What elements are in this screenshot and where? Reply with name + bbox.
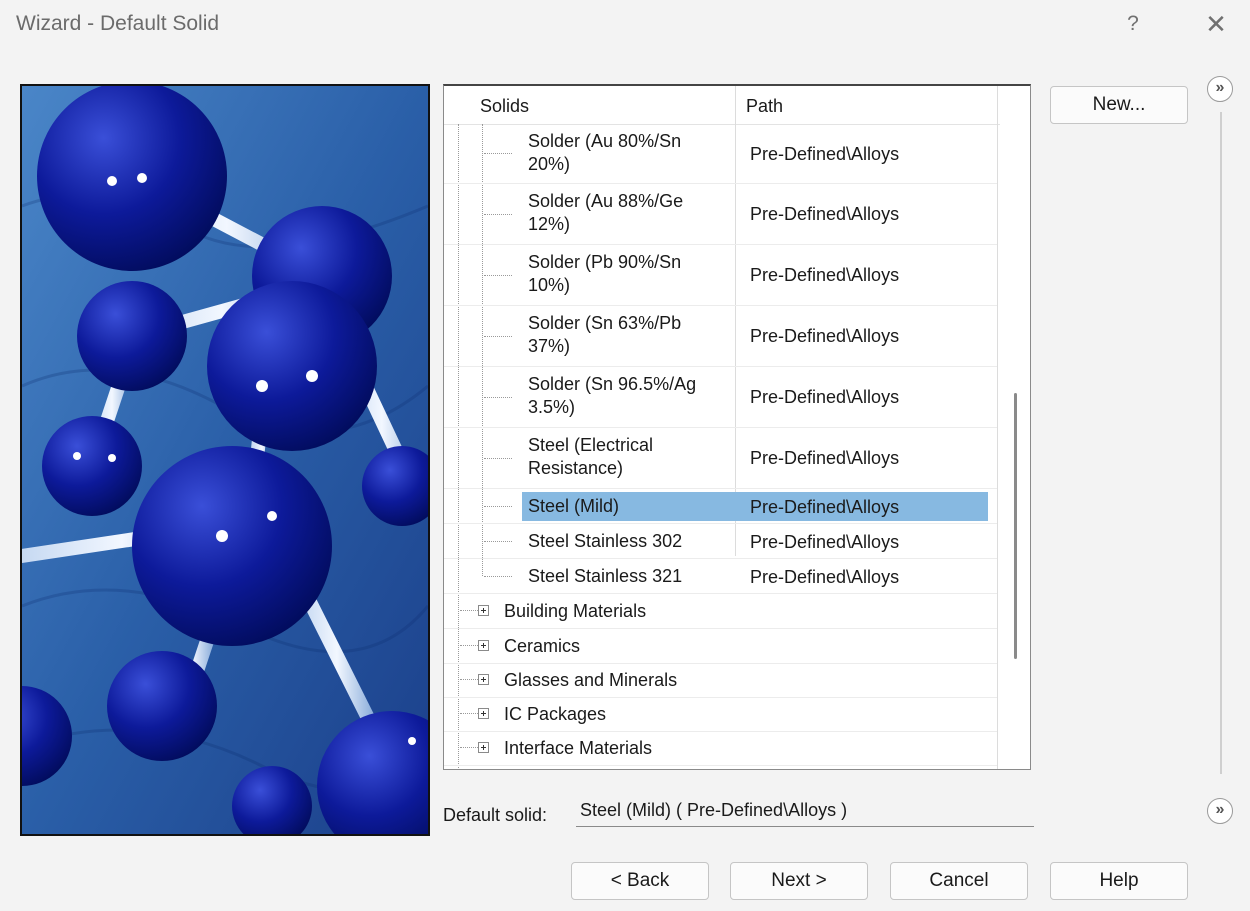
solid-name-line: Solder (Au 88%/Ge [528, 191, 684, 211]
solid-name-line: 10%) [528, 275, 571, 295]
solid-name-line: 37%) [528, 336, 571, 356]
solid-name-line: Steel (Electrical [528, 435, 654, 455]
solid-path: Pre-Defined\Alloys [750, 387, 900, 407]
wizard-image [20, 84, 430, 836]
solid-name-line: Solder (Sn 63%/Pb [528, 313, 682, 333]
list-item[interactable]: Steel (Electrical Resistance) Pre-Define… [444, 428, 997, 489]
tree-category[interactable]: Glasses and Minerals [444, 663, 997, 698]
tree-branch [460, 747, 478, 748]
tree-branch [460, 679, 478, 680]
solid-name-line: Solder (Au 80%/Sn [528, 131, 682, 151]
side-panel-track [1220, 112, 1222, 774]
tree-category[interactable]: Ceramics [444, 629, 997, 664]
tree-branch [484, 458, 512, 459]
default-solid-underline [576, 826, 1034, 827]
tree-branch [484, 336, 512, 337]
tree-branch [460, 645, 478, 646]
expand-chevron-icon[interactable]: » [1207, 798, 1233, 824]
default-solid-label: Default solid: [443, 805, 548, 825]
tree-branch [484, 576, 512, 577]
solid-name: Steel (Mild) [528, 496, 620, 516]
expand-plus-icon[interactable] [478, 708, 489, 719]
solid-name-line: Solder (Sn 96.5%/Ag [528, 374, 697, 394]
tree-branch [484, 541, 512, 542]
tree-branch [460, 713, 478, 714]
solid-name: Solder (Au 88%/Ge 12%) [528, 190, 683, 236]
solid-path: Pre-Defined\Alloys [750, 326, 900, 346]
category-label: Ceramics [504, 636, 581, 656]
solid-name: Steel Stainless 321 [528, 566, 683, 586]
list-item[interactable]: Solder (Au 88%/Ge 12%) Pre-Defined\Alloy… [444, 184, 997, 245]
back-button[interactable]: < Back [571, 862, 709, 900]
solids-grid[interactable]: Solids Path Solder (Au 80%/Sn 20%) Pre-D… [443, 84, 1031, 770]
solid-path: Pre-Defined\Alloys [750, 497, 900, 517]
category-label: Interface Materials [504, 738, 653, 758]
solid-name-line: 3.5%) [528, 397, 576, 417]
tree-branch [484, 397, 512, 398]
category-label: Glasses and Minerals [504, 670, 678, 690]
list-item[interactable]: Steel Stainless 302 Pre-Defined\Alloys [444, 524, 997, 559]
solid-path: Pre-Defined\Alloys [750, 265, 900, 285]
tree-category[interactable]: IC Packages [444, 697, 997, 732]
list-item-selected[interactable]: Steel (Mild) Pre-Defined\Alloys [444, 489, 997, 524]
column-divider [997, 86, 998, 769]
grid-header: Solids Path [444, 86, 1000, 125]
scrollbar-thumb[interactable] [1014, 393, 1017, 659]
solid-path: Pre-Defined\Alloys [750, 448, 900, 468]
expand-chevron-icon[interactable]: » [1207, 76, 1233, 102]
close-icon[interactable]: ✕ [1199, 8, 1233, 40]
next-button[interactable]: Next > [730, 862, 868, 900]
tree-branch [484, 275, 512, 276]
column-header-solids[interactable]: Solids [480, 96, 529, 117]
title-bar: Wizard - Default Solid ? ✕ [0, 0, 1250, 50]
solid-name-line: 20%) [528, 154, 571, 174]
solid-path: Pre-Defined\Alloys [750, 204, 900, 224]
solid-name-line: Solder (Pb 90%/Sn [528, 252, 682, 272]
expand-plus-icon[interactable] [478, 674, 489, 685]
solid-path: Pre-Defined\Alloys [750, 144, 900, 164]
new-button[interactable]: New... [1050, 86, 1188, 124]
window-title: Wizard - Default Solid [16, 12, 220, 35]
list-item[interactable]: Solder (Sn 96.5%/Ag 3.5%) Pre-Defined\Al… [444, 367, 997, 428]
solid-name: Steel (Electrical Resistance) [528, 434, 653, 480]
tree-branch [460, 610, 478, 611]
expand-plus-icon[interactable] [478, 605, 489, 616]
solid-name: Solder (Sn 63%/Pb 37%) [528, 312, 681, 358]
default-solid-value: Steel (Mild) ( Pre-Defined\Alloys ) [580, 800, 848, 820]
vertical-scrollbar[interactable] [1004, 88, 1028, 769]
cancel-button[interactable]: Cancel [890, 862, 1028, 900]
expand-plus-icon[interactable] [478, 640, 489, 651]
list-item[interactable]: Solder (Sn 63%/Pb 37%) Pre-Defined\Alloy… [444, 306, 997, 367]
tree-branch [484, 153, 512, 154]
list-item[interactable]: Solder (Au 80%/Sn 20%) Pre-Defined\Alloy… [444, 124, 997, 184]
solid-name: Steel Stainless 302 [528, 531, 683, 551]
solid-name: Solder (Sn 96.5%/Ag 3.5%) [528, 373, 696, 419]
solid-name-line: Resistance) [528, 458, 624, 478]
list-item[interactable]: Solder (Pb 90%/Sn 10%) Pre-Defined\Alloy… [444, 245, 997, 306]
molecule-illustration [22, 86, 428, 834]
list-item[interactable]: Steel Stainless 321 Pre-Defined\Alloys [444, 559, 997, 594]
solid-path: Pre-Defined\Alloys [750, 567, 900, 587]
solid-path: Pre-Defined\Alloys [750, 532, 900, 552]
category-label: Building Materials [504, 601, 647, 621]
tree-category[interactable]: Interface Materials [444, 731, 997, 766]
solid-name-line: 12%) [528, 214, 571, 234]
solid-name: Solder (Pb 90%/Sn 10%) [528, 251, 681, 297]
help-button[interactable]: Help [1050, 862, 1188, 900]
expand-plus-icon[interactable] [478, 742, 489, 753]
tree-branch [484, 506, 512, 507]
tree-category[interactable]: Building Materials [444, 594, 997, 629]
solid-name: Solder (Au 80%/Sn 20%) [528, 130, 681, 176]
column-header-path[interactable]: Path [746, 96, 783, 117]
help-icon[interactable]: ? [1118, 9, 1148, 39]
tree-branch [484, 214, 512, 215]
category-label: IC Packages [504, 704, 607, 724]
